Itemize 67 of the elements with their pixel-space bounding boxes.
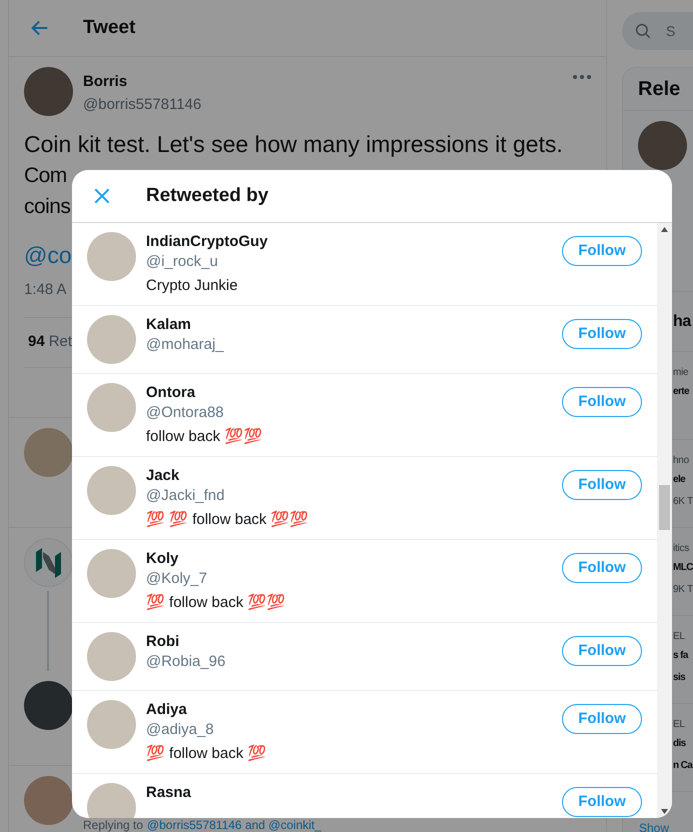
close-icon[interactable]	[92, 186, 112, 206]
avatar-photo	[87, 232, 136, 281]
tweet-text: Com	[24, 163, 67, 189]
user-name[interactable]: Robi	[146, 632, 180, 652]
user-bio: 💯 follow back 💯	[146, 744, 267, 764]
user-handle: @moharaj_	[146, 335, 224, 355]
search-icon	[634, 22, 652, 40]
avatar-photo	[87, 632, 136, 681]
trend-title[interactable]: n Ca	[673, 755, 692, 777]
user-handle: @adiya_8	[146, 720, 214, 740]
user-name[interactable]: Kalam	[146, 315, 192, 335]
trend-category: itics	[673, 542, 689, 556]
user-handle: @Koly_7	[146, 569, 208, 589]
user-handle: @Robia_96	[146, 652, 226, 672]
avatar-photo	[87, 315, 136, 364]
trend-title[interactable]: sis	[673, 667, 686, 689]
scrollbar-thumb[interactable]	[659, 485, 670, 530]
author-handle: @borris55781146	[83, 94, 202, 114]
user-name[interactable]: Ontora	[146, 383, 196, 403]
user-name[interactable]: Koly	[146, 549, 179, 569]
trend-title[interactable]: ele	[673, 469, 686, 491]
tweet-text: Coin kit test. Let's see how many impressions it gets.	[24, 130, 564, 159]
trend-title[interactable]: dis	[673, 733, 686, 755]
scroll-up-arrow-icon[interactable]	[661, 227, 668, 232]
trend-title[interactable]: erte	[673, 381, 689, 403]
scrollbar[interactable]	[657, 223, 672, 818]
scroll-down-arrow-icon[interactable]	[661, 809, 668, 814]
avatar-photo	[87, 783, 136, 818]
user-bio: 💯 💯 follow back 💯💯	[146, 510, 309, 530]
user-handle: @Jacki_fnd	[146, 486, 225, 506]
avatar-photo	[24, 680, 73, 730]
tweet-time: 1:48 A	[24, 280, 67, 300]
avatar-drawing	[24, 428, 73, 476]
avatar-photo	[87, 383, 136, 432]
user-bio: follow back 💯💯	[146, 427, 262, 447]
retweet-label: Ret	[48, 332, 72, 352]
trend-category: EL	[673, 630, 685, 644]
trend-category: EL	[673, 718, 685, 732]
trend-category: mie	[673, 366, 688, 380]
user-bio: 💯 follow back 💯💯	[146, 593, 286, 613]
avatar-photo	[87, 549, 136, 598]
user-name[interactable]: Adiya	[146, 700, 187, 720]
author-name: Borris	[83, 72, 128, 92]
more-icon[interactable]	[573, 75, 591, 79]
panel-title: Rele	[638, 77, 680, 102]
trend-count: 6K T	[673, 495, 693, 509]
user-bio: Crypto Junkie	[146, 276, 238, 296]
avatar-photo	[24, 67, 73, 116]
retweet-count: 94	[28, 332, 45, 352]
page-title: Tweet	[83, 16, 136, 40]
avatar-photo	[638, 121, 687, 170]
trend-count: 9K T	[673, 583, 693, 597]
trend-category: hno	[673, 454, 689, 468]
trend-title[interactable]: MLC	[673, 557, 693, 579]
dialog-title: Retweeted by	[146, 184, 268, 208]
avatar-photo	[87, 700, 136, 749]
trend-title[interactable]: s fa	[673, 645, 688, 667]
user-handle: @Ontora88	[146, 403, 224, 423]
tweet-text: coins	[24, 194, 70, 220]
user-name[interactable]: Rasna	[146, 783, 192, 803]
section-heading: ha	[673, 312, 691, 332]
avatar-photo	[24, 776, 73, 824]
user-name[interactable]: Jack	[146, 466, 180, 486]
user-name[interactable]: IndianCryptoGuy	[146, 232, 268, 252]
reply-label: Replying to	[83, 818, 144, 830]
avatar-photo	[87, 466, 136, 515]
user-handle: @i_rock_u	[146, 252, 218, 272]
